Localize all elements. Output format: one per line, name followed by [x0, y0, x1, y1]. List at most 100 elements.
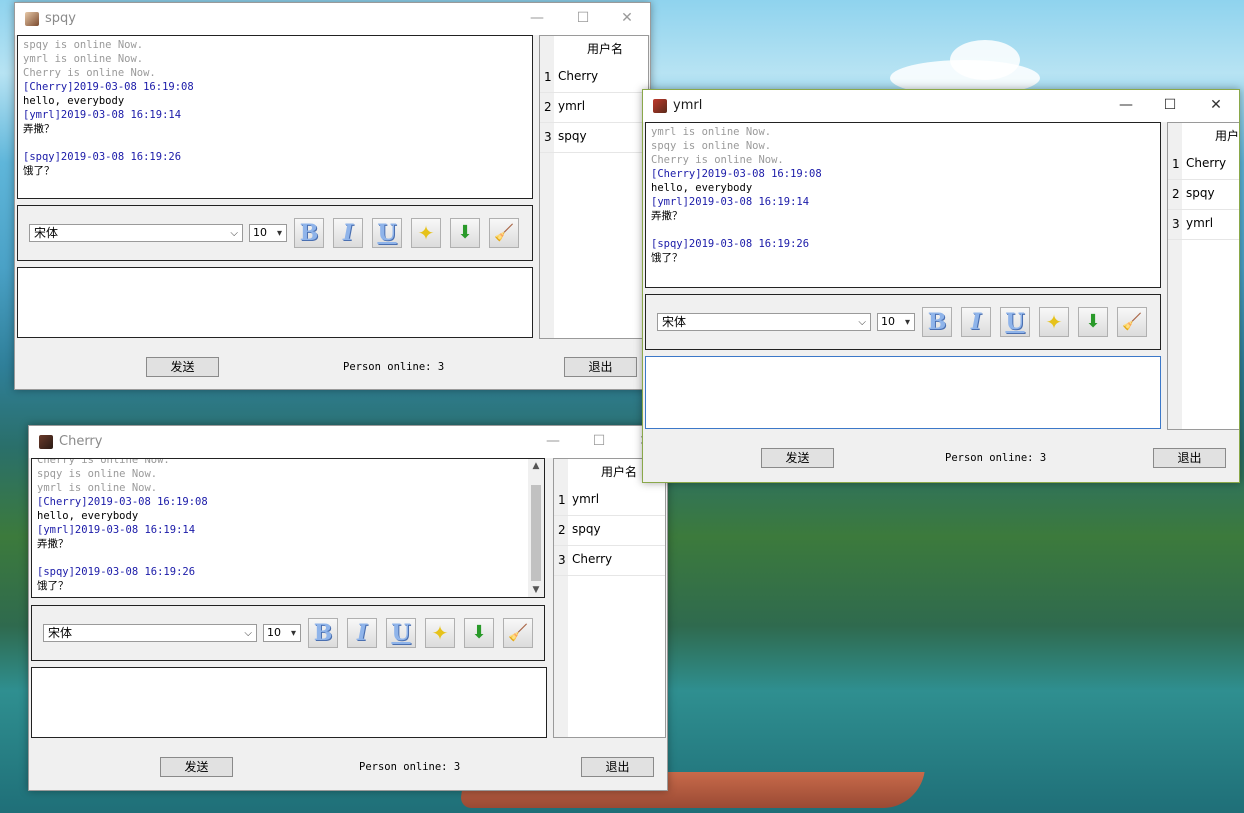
- bold-button[interactable]: B: [922, 307, 952, 337]
- underline-button[interactable]: U: [386, 618, 416, 648]
- bold-button[interactable]: B: [308, 618, 338, 648]
- user-list-header: 用户名: [601, 465, 638, 479]
- chat-log[interactable]: spqy is online Now. ymrl is online Now. …: [17, 35, 533, 199]
- chat-log[interactable]: Cherry is online Now. spqy is online Now…: [31, 458, 545, 598]
- user-row[interactable]: 2 ymrl: [540, 92, 648, 123]
- row-number: 3: [558, 553, 566, 567]
- window-title: ymrl: [673, 98, 703, 113]
- user-row[interactable]: 1 ymrl: [554, 485, 665, 516]
- user-row[interactable]: 3 Cherry: [554, 545, 665, 576]
- row-number: 2: [558, 523, 566, 537]
- minimize-button[interactable]: —: [514, 3, 560, 35]
- log-line: [Cherry]2019-03-08 16:19:08: [23, 81, 194, 93]
- online-status: Person online: 3: [945, 452, 1047, 464]
- log-line: hello, everybody: [37, 510, 139, 522]
- user-list: 用户名 1 Cherry 2 ymrl 3 spqy: [539, 35, 649, 339]
- chat-scrollbar[interactable]: ▲ ▼: [528, 459, 544, 597]
- title-bar[interactable]: Cherry — ☐ ✕: [29, 426, 667, 458]
- chevron-down-icon: ▾: [276, 228, 282, 239]
- user-avatar-icon: [653, 99, 667, 113]
- user-list-header: 用户: [1215, 129, 1239, 143]
- format-toolbar: 宋体 ⌵ 10 ▾ B I U ✦ ⬇ 🧹: [17, 205, 533, 261]
- user-row[interactable]: 3 spqy: [540, 122, 648, 153]
- italic-button[interactable]: I: [347, 618, 377, 648]
- send-button[interactable]: 发送: [146, 357, 219, 377]
- row-number: 3: [1172, 217, 1180, 231]
- font-select-value: 宋体: [662, 315, 687, 329]
- maximize-button[interactable]: ☐: [560, 3, 606, 35]
- scroll-down-icon[interactable]: ▼: [528, 583, 544, 597]
- save-button[interactable]: ⬇: [464, 618, 494, 648]
- log-line: [ymrl]2019-03-08 16:19:14: [37, 524, 196, 536]
- user-row[interactable]: 3 ymrl: [1168, 209, 1239, 240]
- scroll-up-icon[interactable]: ▲: [528, 459, 544, 473]
- underline-button[interactable]: U: [1000, 307, 1030, 337]
- size-select[interactable]: 10 ▾: [877, 313, 915, 331]
- user-row[interactable]: 2 spqy: [1168, 179, 1239, 210]
- maximize-button[interactable]: ☐: [1147, 90, 1193, 122]
- italic-button[interactable]: I: [961, 307, 991, 337]
- size-select[interactable]: 10 ▾: [263, 624, 301, 642]
- user-name: Cherry: [572, 552, 613, 566]
- log-line: [spqy]2019-03-08 16:19:26: [37, 566, 196, 578]
- scroll-thumb[interactable]: [531, 485, 541, 581]
- font-select[interactable]: 宋体 ⌵: [657, 313, 871, 331]
- message-input[interactable]: [645, 356, 1161, 429]
- user-row[interactable]: 1 Cherry: [540, 62, 648, 93]
- log-line: [Cherry]2019-03-08 16:19:08: [651, 168, 822, 180]
- star-button[interactable]: ✦: [411, 218, 441, 248]
- row-number: 3: [544, 130, 552, 144]
- log-spacer: [651, 223, 1155, 237]
- row-number: 1: [544, 70, 552, 84]
- user-name: spqy: [558, 129, 587, 143]
- log-spacer: [23, 136, 527, 150]
- font-select[interactable]: 宋体 ⌵: [29, 224, 243, 242]
- star-button[interactable]: ✦: [425, 618, 455, 648]
- minimize-button[interactable]: —: [1103, 90, 1149, 122]
- italic-button[interactable]: I: [333, 218, 363, 248]
- user-row[interactable]: 1 Cherry: [1168, 149, 1239, 180]
- user-name: spqy: [1186, 186, 1215, 200]
- size-select[interactable]: 10 ▾: [249, 224, 287, 242]
- maximize-button[interactable]: ☐: [576, 426, 622, 458]
- font-select[interactable]: 宋体 ⌵: [43, 624, 257, 642]
- log-line: ymrl is online Now.: [651, 126, 772, 138]
- log-line: Cherry is online Now.: [37, 458, 170, 466]
- message-input[interactable]: [31, 667, 547, 738]
- font-select-value: 宋体: [34, 226, 59, 240]
- send-button[interactable]: 发送: [761, 448, 834, 468]
- user-row[interactable]: 2 spqy: [554, 515, 665, 546]
- chevron-down-icon: ▾: [290, 628, 296, 639]
- log-line: Cherry is online Now.: [23, 67, 156, 79]
- online-status: Person online: 3: [343, 361, 445, 373]
- exit-button[interactable]: 退出: [1153, 448, 1226, 468]
- chat-log[interactable]: ymrl is online Now. spqy is online Now. …: [645, 122, 1161, 288]
- close-button[interactable]: ✕: [1193, 90, 1239, 122]
- user-name: ymrl: [572, 492, 600, 506]
- send-button[interactable]: 发送: [160, 757, 233, 777]
- underline-button[interactable]: U: [372, 218, 402, 248]
- save-button[interactable]: ⬇: [450, 218, 480, 248]
- user-name: ymrl: [558, 99, 586, 113]
- log-line: [Cherry]2019-03-08 16:19:08: [37, 496, 208, 508]
- chevron-down-icon: ⌵: [858, 317, 866, 328]
- user-name: Cherry: [1186, 156, 1227, 170]
- close-button[interactable]: ✕: [604, 3, 650, 35]
- star-button[interactable]: ✦: [1039, 307, 1069, 337]
- exit-button[interactable]: 退出: [564, 357, 637, 377]
- title-bar[interactable]: spqy — ☐ ✕: [15, 3, 650, 35]
- clear-button[interactable]: 🧹: [489, 218, 519, 248]
- minimize-button[interactable]: —: [530, 426, 576, 458]
- exit-button[interactable]: 退出: [581, 757, 654, 777]
- clear-button[interactable]: 🧹: [503, 618, 533, 648]
- bold-button[interactable]: B: [294, 218, 324, 248]
- chevron-down-icon: ⌵: [230, 228, 238, 239]
- save-button[interactable]: ⬇: [1078, 307, 1108, 337]
- online-status: Person online: 3: [359, 761, 461, 773]
- font-select-value: 宋体: [48, 626, 73, 640]
- title-bar[interactable]: ymrl — ☐ ✕: [643, 90, 1239, 122]
- clear-button[interactable]: 🧹: [1117, 307, 1147, 337]
- user-name: Cherry: [558, 69, 599, 83]
- user-name: ymrl: [1186, 216, 1214, 230]
- message-input[interactable]: [17, 267, 533, 338]
